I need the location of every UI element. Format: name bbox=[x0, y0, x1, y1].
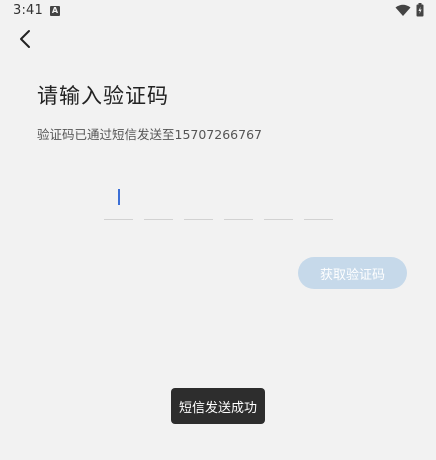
page-title: 请输入验证码 bbox=[37, 84, 169, 108]
status-bar: 3:41 A bbox=[0, 0, 436, 24]
text-cursor bbox=[118, 189, 120, 205]
status-time: 3:41 bbox=[13, 3, 43, 18]
code-cell-5[interactable] bbox=[264, 185, 293, 220]
chevron-left-icon bbox=[20, 30, 30, 48]
wifi-icon bbox=[395, 4, 411, 16]
code-cell-4[interactable] bbox=[224, 185, 253, 220]
a-icon: A bbox=[50, 6, 60, 16]
code-cell-1[interactable] bbox=[104, 185, 133, 220]
page-subtitle: 验证码已通过短信发送至15707266767 bbox=[37, 127, 262, 142]
battery-icon bbox=[416, 3, 424, 17]
code-cell-2[interactable] bbox=[144, 185, 173, 220]
back-button[interactable] bbox=[14, 27, 38, 51]
toast-message: 短信发送成功 bbox=[171, 388, 265, 424]
get-code-button[interactable]: 获取验证码 bbox=[298, 257, 407, 289]
code-cell-6[interactable] bbox=[304, 185, 333, 220]
code-input-row[interactable] bbox=[104, 185, 336, 221]
code-cell-3[interactable] bbox=[184, 185, 213, 220]
